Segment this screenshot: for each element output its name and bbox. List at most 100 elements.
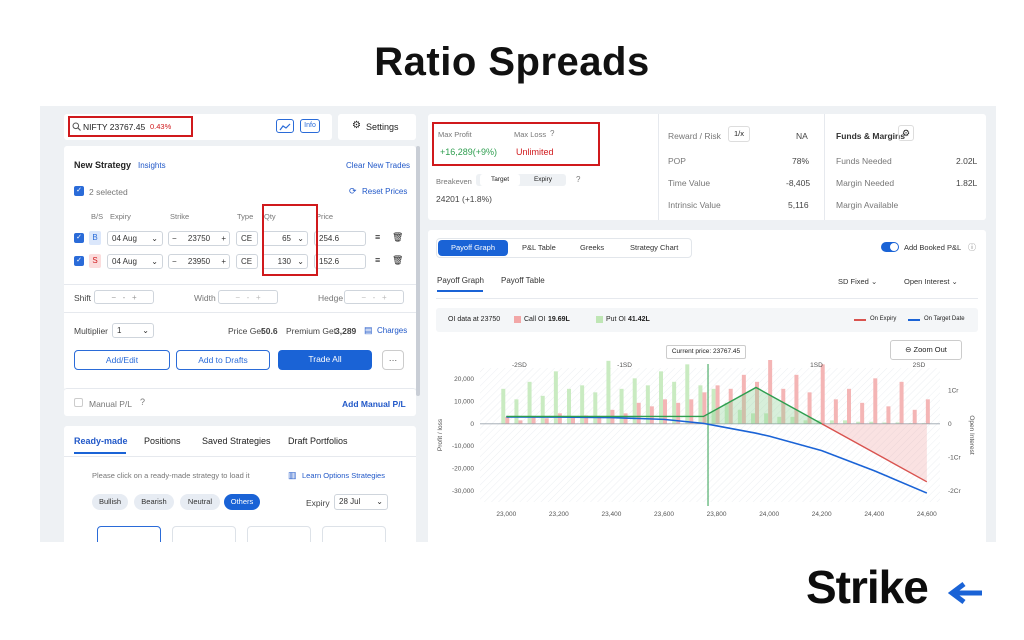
highlight-box	[432, 122, 600, 166]
tab-saved-strategies[interactable]: Saved Strategies	[202, 436, 271, 446]
toggle-expiry[interactable]: Expiry	[524, 174, 562, 186]
filter-bearish[interactable]: Bearish	[134, 494, 174, 510]
gear-icon[interactable]: ⚙	[898, 125, 914, 141]
leg-price-input[interactable]: 152.6	[314, 254, 366, 269]
breakeven-toggle[interactable]: Target Expiry	[476, 174, 566, 186]
qty-highlight-box	[262, 204, 318, 276]
leg-strike-stepper[interactable]: −23950 +	[168, 254, 230, 269]
charges-link[interactable]: Charges	[377, 326, 407, 335]
expiry-legend-label: On Expiry	[870, 316, 897, 322]
add-drafts-button[interactable]: Add to Drafts	[176, 350, 270, 370]
call-oi-bar	[886, 406, 891, 424]
multiplier-select[interactable]: 1 ⌄	[112, 323, 154, 338]
tab-payoff-graph[interactable]: Payoff Graph	[438, 240, 508, 256]
leg-type[interactable]: CE	[236, 231, 258, 246]
clear-trades-link[interactable]: Clear New Trades	[346, 161, 410, 170]
breakeven-value: 24201 (+1.8%)	[436, 194, 492, 204]
tab-draft-portfolios[interactable]: Draft Portfolios	[288, 436, 348, 446]
target-legend-label: On Target Date	[924, 316, 965, 322]
y-tick-label: 0	[470, 421, 474, 428]
logo-arrow-icon	[948, 582, 982, 604]
divider	[824, 114, 825, 220]
x-tick-label: 24,000	[759, 511, 779, 518]
trade-all-button[interactable]: Trade All	[278, 350, 372, 370]
tab-pl-table[interactable]: P&L Table	[522, 243, 556, 252]
sd-select[interactable]: SD Fixed ⌄	[838, 277, 877, 286]
active-subtab-indicator	[437, 290, 483, 292]
y-tick-label: -10,000	[452, 443, 474, 450]
current-price-tooltip: Current price: 23767.45	[666, 345, 746, 359]
add-manual-pl-link[interactable]: Add Manual P/L	[342, 399, 406, 409]
tab-strategy-chart[interactable]: Strategy Chart	[630, 243, 678, 252]
question-icon: ?	[576, 175, 581, 184]
strategy-tile[interactable]	[247, 526, 311, 542]
leg-side-sell[interactable]: S	[89, 254, 101, 268]
rr-toggle[interactable]: 1/x	[728, 126, 750, 142]
chevron-down-icon: ⌄	[951, 277, 958, 286]
width-stepper[interactable]: − - +	[218, 290, 278, 304]
shift-stepper[interactable]: − - +	[94, 290, 154, 304]
reset-prices-link[interactable]: Reset Prices	[362, 187, 407, 196]
tab-greeks[interactable]: Greeks	[580, 243, 604, 252]
leg-checkbox[interactable]: ✓	[74, 233, 84, 243]
chart-button[interactable]	[276, 119, 294, 133]
chevron-down-icon: ⌄	[376, 497, 383, 506]
menu-icon[interactable]: ≡	[375, 232, 380, 242]
leg-side-buy[interactable]: B	[89, 231, 101, 245]
leg-checkbox[interactable]: ✓	[74, 256, 84, 266]
leg-price-input[interactable]: 254.6	[314, 231, 366, 246]
manual-pl-checkbox[interactable]	[74, 398, 83, 407]
subtab-payoff-table[interactable]: Payoff Table	[501, 276, 545, 285]
select-all-checkbox[interactable]: ✓	[74, 186, 84, 196]
payoff-chart[interactable]: 20,000 10,000 0 -10,000 -20,000 -30,000 23,000…	[428, 360, 986, 542]
oi-axis-tick: 0	[948, 421, 952, 428]
call-oi-bar	[518, 420, 523, 424]
leg-strike-stepper[interactable]: −23750 +	[168, 231, 230, 246]
time-value-label: Time Value	[668, 178, 711, 188]
toggle-target[interactable]: Target	[480, 174, 520, 186]
strategy-tile[interactable]	[97, 526, 161, 542]
more-button[interactable]: ···	[382, 350, 404, 370]
filter-bullish[interactable]: Bullish	[92, 494, 128, 510]
expiry-select[interactable]: 28 Jul ⌄	[334, 494, 388, 510]
tab-readymade[interactable]: Ready-made	[74, 436, 128, 446]
strategy-tile[interactable]	[172, 526, 236, 542]
strategy-card: New Strategy Insights Clear New Trades ✓…	[64, 146, 416, 390]
subtab-payoff-graph[interactable]: Payoff Graph	[437, 276, 484, 285]
multiplier-label: Multiplier	[74, 326, 109, 336]
booked-pl-toggle[interactable]	[881, 242, 899, 252]
sd-tick-label: -2SD	[512, 362, 527, 369]
leg-type[interactable]: CE	[236, 254, 258, 269]
tab-positions[interactable]: Positions	[144, 436, 181, 446]
hedge-stepper[interactable]: − - +	[344, 290, 404, 304]
add-edit-button[interactable]: Add/Edit	[74, 350, 170, 370]
strategy-tile[interactable]	[322, 526, 386, 542]
insights-link[interactable]: Insights	[138, 161, 166, 170]
scrollbar[interactable]	[416, 146, 420, 396]
sd-tick-label: 1SD	[810, 362, 823, 369]
leg-expiry-select[interactable]: 04 Aug ⌄	[107, 254, 163, 269]
margin-needed-label: Margin Needed	[836, 178, 895, 188]
settings-button[interactable]: ⚙ Settings	[338, 114, 416, 140]
menu-icon[interactable]: ≡	[375, 255, 380, 265]
call-oi-bar	[912, 409, 917, 424]
call-oi-bar	[925, 399, 930, 424]
filter-neutral[interactable]: Neutral	[180, 494, 220, 510]
zoom-out-button[interactable]: ⊖ Zoom Out	[890, 340, 962, 360]
leg-strike: 23950	[187, 257, 211, 266]
oi-info-bar: OI data at 23750 Call OI 19.69L Put OI 4…	[436, 308, 978, 332]
highlight-box	[68, 116, 193, 137]
refresh-icon: ⟳	[349, 186, 357, 196]
leg-expiry-select[interactable]: 04 Aug ⌄	[107, 231, 163, 246]
filter-others[interactable]: Others	[224, 494, 260, 510]
funds-needed-value: 2.02L	[956, 156, 978, 166]
col-bs: B/S	[91, 212, 104, 221]
oi-select[interactable]: Open Interest ⌄	[904, 277, 958, 286]
learn-strategies-link[interactable]: Learn Options Strategies	[302, 471, 385, 480]
call-oi-bar	[873, 378, 878, 424]
time-value: -8,405	[786, 178, 811, 188]
info-button[interactable]: Info	[300, 119, 320, 133]
trash-icon[interactable]: 🗑	[392, 255, 403, 266]
call-oi-bar	[505, 416, 510, 424]
trash-icon[interactable]: 🗑	[392, 232, 403, 243]
